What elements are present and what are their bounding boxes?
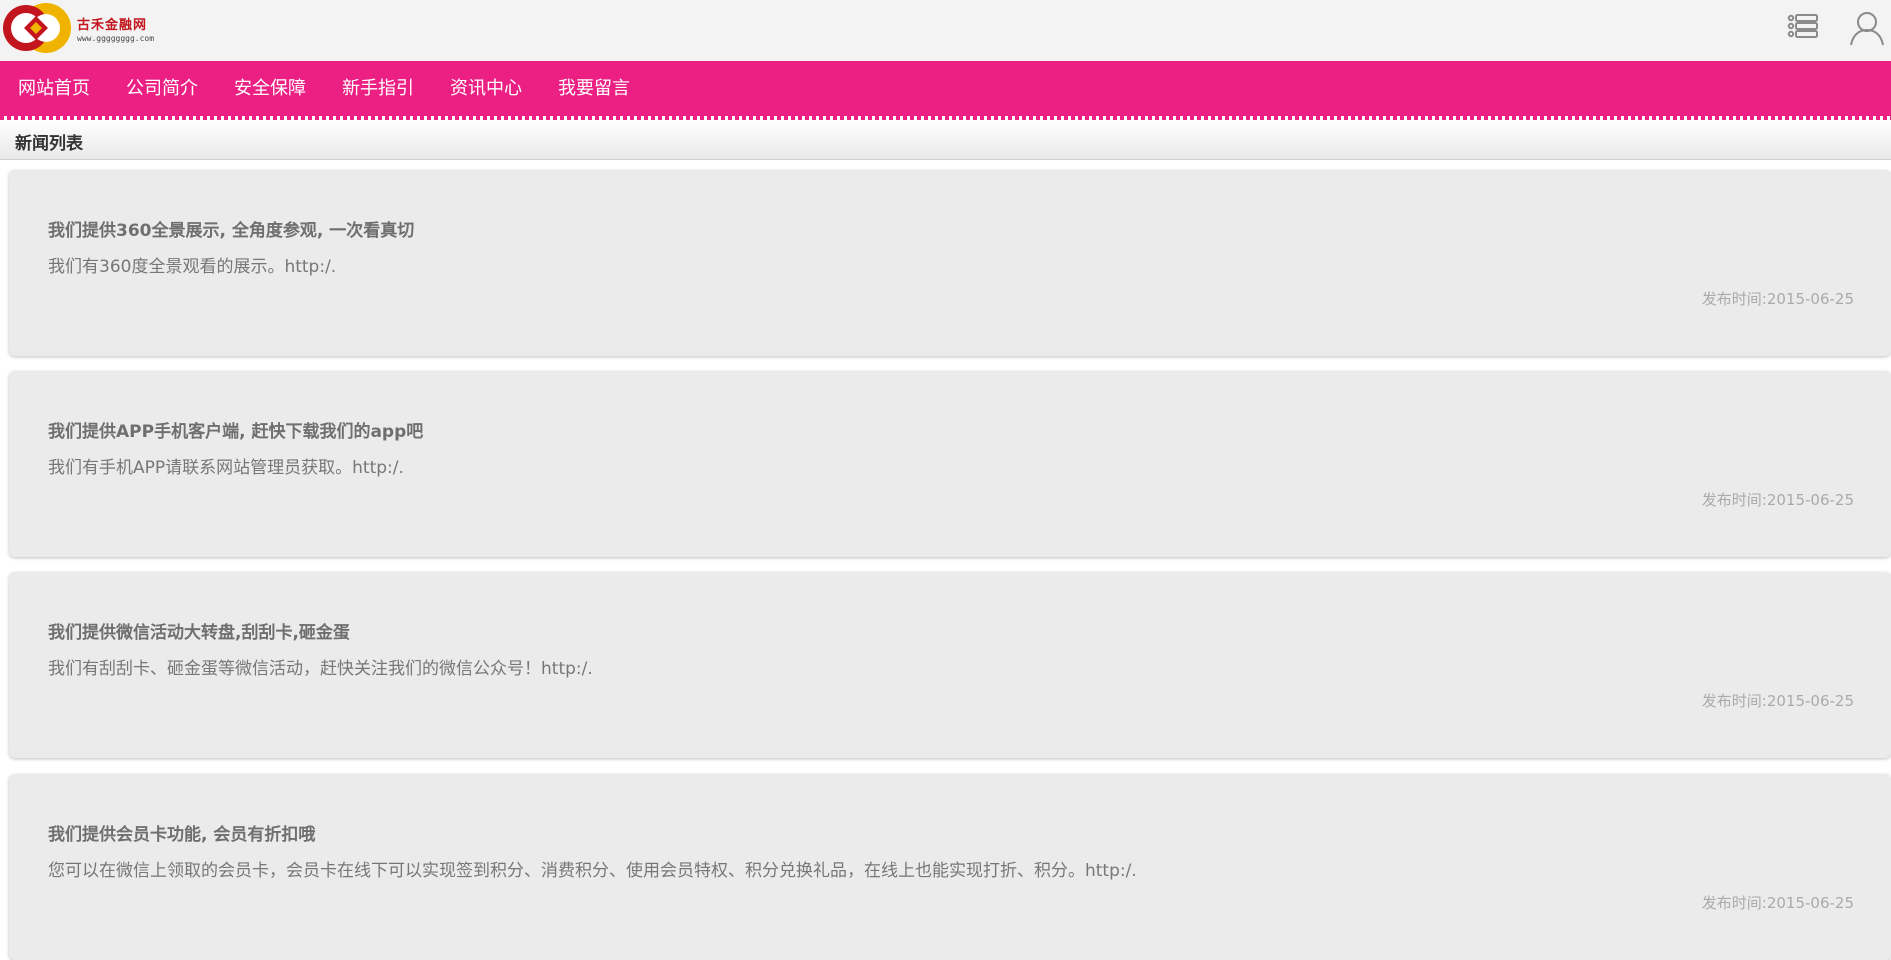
news-summary: 我们有刮刮卡、砸金蛋等微信活动，赶快关注我们的微信公众号！http:/. xyxy=(48,659,593,679)
brand-url: www.gggggggg.com xyxy=(77,34,155,43)
main-nav: 网站首页 公司简介 安全保障 新手指引 资讯中心 我要留言 xyxy=(0,61,1891,116)
nav-item-news[interactable]: 资讯中心 xyxy=(432,61,540,116)
news-title[interactable]: 我们提供APP手机客户端, 赶快下载我们的app吧 xyxy=(48,417,423,442)
nav-item-security[interactable]: 安全保障 xyxy=(216,61,324,116)
news-summary: 您可以在微信上领取的会员卡，会员卡在线下可以实现签到积分、消费积分、使用会员特权… xyxy=(48,861,1137,881)
section-header: 新闻列表 xyxy=(0,120,1891,160)
news-date: 发布时间:2015-06-25 xyxy=(1701,290,1854,308)
news-date: 发布时间:2015-06-25 xyxy=(1701,894,1854,912)
site-logo[interactable]: 古禾金融网 www.gggggggg.com xyxy=(2,2,172,54)
site-header: 古禾金融网 www.gggggggg.com xyxy=(0,0,1891,61)
news-title[interactable]: 我们提供微信活动大转盘,刮刮卡,砸金蛋 xyxy=(48,618,350,643)
list-menu-icon[interactable] xyxy=(1785,10,1821,46)
news-summary: 我们有手机APP请联系网站管理员获取。http:/. xyxy=(48,458,404,478)
nav-item-message[interactable]: 我要留言 xyxy=(540,61,648,116)
page-title: 新闻列表 xyxy=(15,134,83,154)
nav-item-home[interactable]: 网站首页 xyxy=(0,61,108,116)
brand-name: 古禾金融网 xyxy=(77,18,148,33)
nav-items: 网站首页 公司简介 安全保障 新手指引 资讯中心 我要留言 xyxy=(0,61,648,116)
logo-mark-icon xyxy=(3,3,71,53)
news-date: 发布时间:2015-06-25 xyxy=(1701,692,1854,710)
news-item[interactable]: 我们提供会员卡功能, 会员有折扣哦 您可以在微信上领取的会员卡，会员卡在线下可以… xyxy=(9,774,1891,960)
news-item[interactable]: 我们提供微信活动大转盘,刮刮卡,砸金蛋 我们有刮刮卡、砸金蛋等微信活动，赶快关注… xyxy=(9,572,1891,758)
user-icon[interactable] xyxy=(1848,10,1884,46)
news-item[interactable]: 我们提供APP手机客户端, 赶快下载我们的app吧 我们有手机APP请联系网站管… xyxy=(9,371,1891,557)
nav-item-about[interactable]: 公司简介 xyxy=(108,61,216,116)
news-title[interactable]: 我们提供会员卡功能, 会员有折扣哦 xyxy=(48,820,315,845)
news-date: 发布时间:2015-06-25 xyxy=(1701,491,1854,509)
news-summary: 我们有360度全景观看的展示。http:/. xyxy=(48,257,337,277)
nav-item-guide[interactable]: 新手指引 xyxy=(324,61,432,116)
news-title[interactable]: 我们提供360全景展示, 全角度参观, 一次看真切 xyxy=(48,216,414,241)
news-item[interactable]: 我们提供360全景展示, 全角度参观, 一次看真切 我们有360度全景观看的展示… xyxy=(9,170,1891,356)
